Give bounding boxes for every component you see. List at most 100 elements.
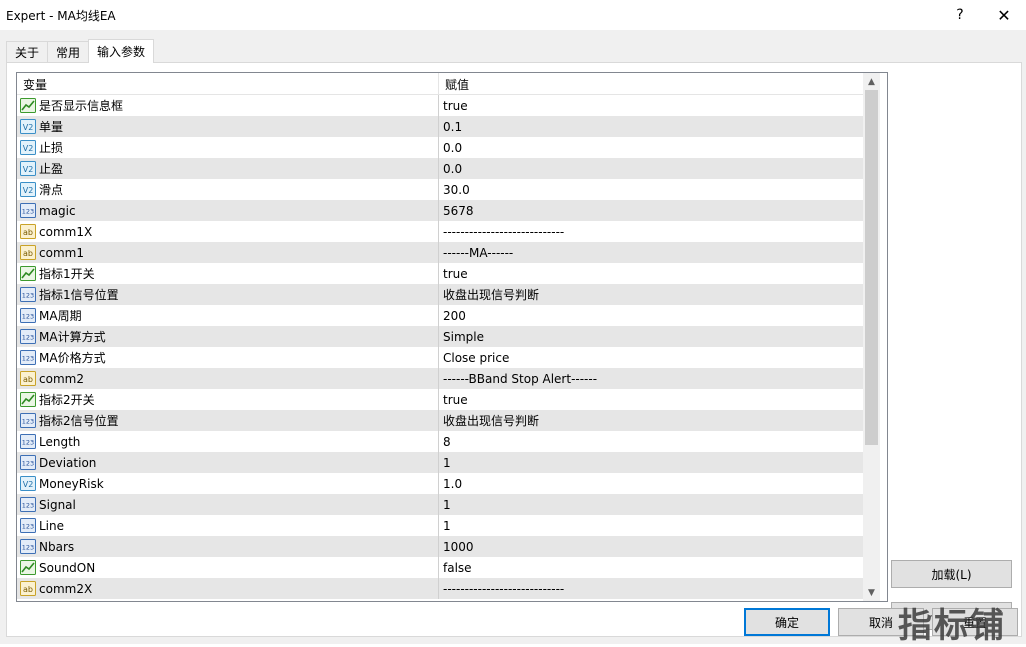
table-row[interactable]: 指标2开关 true [17, 389, 863, 410]
table-row[interactable]: 123 Length 8 [17, 431, 863, 452]
table-row[interactable]: 123 指标2信号位置 收盘出现信号判断 [17, 410, 863, 431]
table-row[interactable]: 123 Deviation 1 [17, 452, 863, 473]
value-cell[interactable]: ------BBand Stop Alert------ [439, 368, 863, 389]
value-cell[interactable]: 1 [439, 494, 863, 515]
value-cell[interactable]: 8 [439, 431, 863, 452]
value-cell[interactable]: 1.0 [439, 473, 863, 494]
grid-header: 变量 赋值 [17, 73, 863, 95]
variable-name: MoneyRisk [39, 476, 104, 491]
double-v2-icon: V2 [20, 476, 36, 491]
table-row[interactable]: ab comm2X ---------------------------- [17, 578, 863, 599]
value-cell[interactable]: ---------------------------- [439, 578, 863, 599]
double-v2-icon: V2 [20, 182, 36, 197]
table-row[interactable]: 是否显示信息框 true [17, 95, 863, 116]
variable-cell: ab comm2X [17, 578, 439, 599]
int-123-icon: 123 [20, 329, 36, 344]
svg-text:123: 123 [22, 292, 34, 300]
variable-cell: 123 指标2信号位置 [17, 410, 439, 431]
variable-cell: 123 MA价格方式 [17, 347, 439, 368]
table-row[interactable]: 123 Line 1 [17, 515, 863, 536]
table-row[interactable]: 指标1开关 true [17, 263, 863, 284]
svg-text:V2: V2 [23, 480, 34, 489]
svg-text:V2: V2 [23, 165, 34, 174]
variable-cell: ab comm1 [17, 242, 439, 263]
scrollbar-thumb[interactable] [865, 90, 878, 445]
scroll-down-arrow-icon[interactable]: ▼ [863, 584, 880, 601]
table-row[interactable]: V2 MoneyRisk 1.0 [17, 473, 863, 494]
help-button[interactable]: ? [938, 0, 982, 30]
value-cell[interactable]: 1 [439, 452, 863, 473]
bool-chart-icon [20, 266, 36, 281]
variable-cell: 123 Deviation [17, 452, 439, 473]
value-cell[interactable]: Close price [439, 347, 863, 368]
tab-inputs[interactable]: 输入参数 [88, 39, 155, 63]
value-cell[interactable]: 0.0 [439, 137, 863, 158]
cancel-button[interactable]: 取消 [838, 608, 924, 636]
table-row[interactable]: V2 止盈 0.0 [17, 158, 863, 179]
variable-name: MA计算方式 [39, 330, 106, 344]
variable-name: comm1X [39, 224, 93, 239]
value-cell[interactable]: 1 [439, 515, 863, 536]
load-button[interactable]: 加载(L) [891, 560, 1012, 588]
string-ab-icon: ab [20, 581, 36, 596]
value-cell[interactable]: 1000 [439, 536, 863, 557]
variable-name: comm1 [39, 245, 84, 260]
svg-text:123: 123 [22, 355, 34, 363]
bool-chart-icon [20, 560, 36, 575]
variable-name: Length [39, 434, 81, 449]
table-row[interactable]: 123 指标1信号位置 收盘出现信号判断 [17, 284, 863, 305]
variable-cell: 123 Signal [17, 494, 439, 515]
value-cell[interactable]: false [439, 557, 863, 578]
svg-text:123: 123 [22, 313, 34, 321]
svg-text:ab: ab [23, 228, 33, 237]
table-row[interactable]: V2 单量 0.1 [17, 116, 863, 137]
table-row[interactable]: 123 MA计算方式 Simple [17, 326, 863, 347]
value-cell[interactable]: 收盘出现信号判断 [439, 284, 863, 305]
column-header-value[interactable]: 赋值 [439, 73, 863, 95]
variable-cell: V2 止损 [17, 137, 439, 158]
variable-name: 指标2信号位置 [39, 414, 119, 428]
svg-text:123: 123 [22, 502, 34, 510]
value-cell[interactable]: 5678 [439, 200, 863, 221]
table-row[interactable]: 123 MA价格方式 Close price [17, 347, 863, 368]
column-header-variable[interactable]: 变量 [17, 73, 439, 95]
string-ab-icon: ab [20, 224, 36, 239]
value-cell[interactable]: 0.1 [439, 116, 863, 137]
table-row[interactable]: 123 Nbars 1000 [17, 536, 863, 557]
parameters-grid: 变量 赋值 是否显示信息框 true V2 单量 0.1 V2 止损 0.0 V2 止盈 0.0 V2… [16, 72, 888, 602]
reset-button[interactable]: 重置 [932, 608, 1018, 636]
vertical-scrollbar[interactable]: ▲ ▼ [863, 73, 880, 601]
table-row[interactable]: V2 止损 0.0 [17, 137, 863, 158]
ok-button[interactable]: 确定 [744, 608, 830, 636]
table-row[interactable]: 123 magic 5678 [17, 200, 863, 221]
table-row[interactable]: V2 滑点 30.0 [17, 179, 863, 200]
value-cell[interactable]: ------MA------ [439, 242, 863, 263]
value-cell[interactable]: 200 [439, 305, 863, 326]
value-cell[interactable]: true [439, 95, 863, 116]
variable-cell: 123 指标1信号位置 [17, 284, 439, 305]
table-row[interactable]: 123 Signal 1 [17, 494, 863, 515]
value-cell[interactable]: 0.0 [439, 158, 863, 179]
svg-text:ab: ab [23, 249, 33, 258]
table-row[interactable]: 123 MA周期 200 [17, 305, 863, 326]
tab-common[interactable]: 常用 [47, 41, 90, 63]
close-button[interactable]: ✕ [982, 0, 1026, 30]
value-cell[interactable]: ---------------------------- [439, 221, 863, 242]
svg-text:V2: V2 [23, 123, 34, 132]
value-cell[interactable]: 30.0 [439, 179, 863, 200]
table-row[interactable]: ab comm1X ---------------------------- [17, 221, 863, 242]
svg-text:123: 123 [22, 208, 34, 216]
tab-about[interactable]: 关于 [6, 41, 49, 63]
value-cell[interactable]: 收盘出现信号判断 [439, 410, 863, 431]
double-v2-icon: V2 [20, 140, 36, 155]
value-cell[interactable]: true [439, 263, 863, 284]
table-row[interactable]: SoundON false [17, 557, 863, 578]
value-cell[interactable]: true [439, 389, 863, 410]
variable-name: Nbars [39, 539, 75, 554]
value-cell[interactable]: Simple [439, 326, 863, 347]
table-row[interactable]: ab comm2 ------BBand Stop Alert------ [17, 368, 863, 389]
table-row[interactable]: ab comm1 ------MA------ [17, 242, 863, 263]
int-123-icon: 123 [20, 434, 36, 449]
int-123-icon: 123 [20, 308, 36, 323]
scroll-up-arrow-icon[interactable]: ▲ [863, 73, 880, 90]
